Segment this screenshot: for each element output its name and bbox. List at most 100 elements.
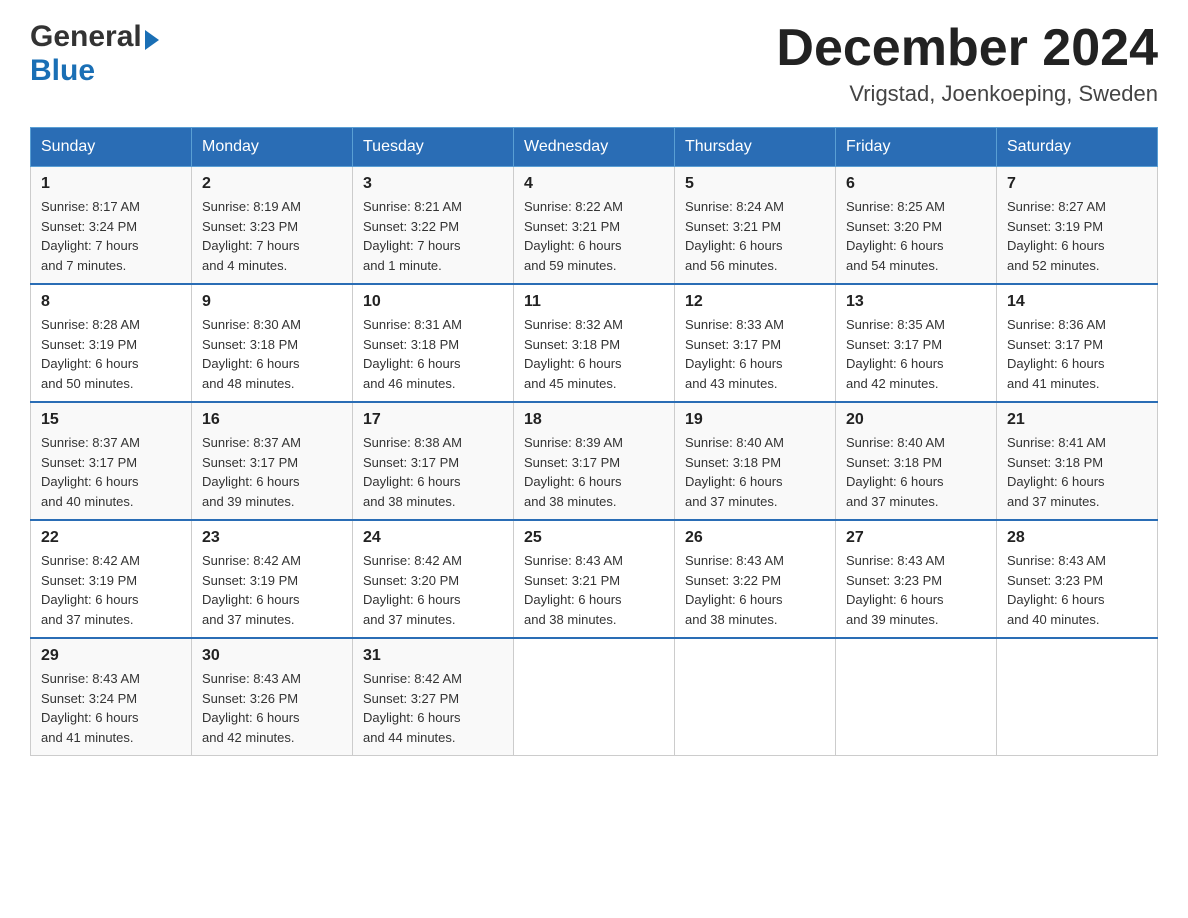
day-info: Sunrise: 8:33 AMSunset: 3:17 PMDaylight:… — [685, 317, 784, 391]
table-row: 18 Sunrise: 8:39 AMSunset: 3:17 PMDaylig… — [514, 402, 675, 520]
table-row: 28 Sunrise: 8:43 AMSunset: 3:23 PMDaylig… — [997, 520, 1158, 638]
col-sunday: Sunday — [31, 128, 192, 167]
day-number: 20 — [846, 411, 986, 429]
table-row — [675, 638, 836, 756]
day-info: Sunrise: 8:41 AMSunset: 3:18 PMDaylight:… — [1007, 435, 1106, 509]
day-number: 25 — [524, 529, 664, 547]
day-info: Sunrise: 8:25 AMSunset: 3:20 PMDaylight:… — [846, 199, 945, 273]
day-number: 17 — [363, 411, 503, 429]
day-info: Sunrise: 8:38 AMSunset: 3:17 PMDaylight:… — [363, 435, 462, 509]
table-row: 21 Sunrise: 8:41 AMSunset: 3:18 PMDaylig… — [997, 402, 1158, 520]
day-info: Sunrise: 8:35 AMSunset: 3:17 PMDaylight:… — [846, 317, 945, 391]
calendar-week-row: 1 Sunrise: 8:17 AMSunset: 3:24 PMDayligh… — [31, 167, 1158, 285]
day-info: Sunrise: 8:17 AMSunset: 3:24 PMDaylight:… — [41, 199, 140, 273]
table-row: 17 Sunrise: 8:38 AMSunset: 3:17 PMDaylig… — [353, 402, 514, 520]
table-row: 31 Sunrise: 8:42 AMSunset: 3:27 PMDaylig… — [353, 638, 514, 756]
table-row: 26 Sunrise: 8:43 AMSunset: 3:22 PMDaylig… — [675, 520, 836, 638]
day-info: Sunrise: 8:28 AMSunset: 3:19 PMDaylight:… — [41, 317, 140, 391]
logo-general-text: General — [30, 20, 159, 54]
table-row: 3 Sunrise: 8:21 AMSunset: 3:22 PMDayligh… — [353, 167, 514, 285]
day-info: Sunrise: 8:43 AMSunset: 3:23 PMDaylight:… — [1007, 553, 1106, 627]
day-number: 11 — [524, 293, 664, 311]
table-row: 27 Sunrise: 8:43 AMSunset: 3:23 PMDaylig… — [836, 520, 997, 638]
day-info: Sunrise: 8:43 AMSunset: 3:24 PMDaylight:… — [41, 671, 140, 745]
calendar-week-row: 15 Sunrise: 8:37 AMSunset: 3:17 PMDaylig… — [31, 402, 1158, 520]
table-row: 9 Sunrise: 8:30 AMSunset: 3:18 PMDayligh… — [192, 284, 353, 402]
table-row: 7 Sunrise: 8:27 AMSunset: 3:19 PMDayligh… — [997, 167, 1158, 285]
day-number: 1 — [41, 175, 181, 193]
day-info: Sunrise: 8:22 AMSunset: 3:21 PMDaylight:… — [524, 199, 623, 273]
day-number: 29 — [41, 647, 181, 665]
day-number: 13 — [846, 293, 986, 311]
day-info: Sunrise: 8:42 AMSunset: 3:19 PMDaylight:… — [41, 553, 140, 627]
day-info: Sunrise: 8:21 AMSunset: 3:22 PMDaylight:… — [363, 199, 462, 273]
title-block: December 2024 Vrigstad, Joenkoeping, Swe… — [776, 20, 1158, 107]
day-info: Sunrise: 8:37 AMSunset: 3:17 PMDaylight:… — [41, 435, 140, 509]
day-number: 4 — [524, 175, 664, 193]
calendar-table: Sunday Monday Tuesday Wednesday Thursday… — [30, 127, 1158, 756]
calendar-week-row: 29 Sunrise: 8:43 AMSunset: 3:24 PMDaylig… — [31, 638, 1158, 756]
day-number: 27 — [846, 529, 986, 547]
day-number: 21 — [1007, 411, 1147, 429]
table-row — [836, 638, 997, 756]
col-friday: Friday — [836, 128, 997, 167]
day-info: Sunrise: 8:36 AMSunset: 3:17 PMDaylight:… — [1007, 317, 1106, 391]
table-row: 2 Sunrise: 8:19 AMSunset: 3:23 PMDayligh… — [192, 167, 353, 285]
day-info: Sunrise: 8:42 AMSunset: 3:27 PMDaylight:… — [363, 671, 462, 745]
page-header: General Blue December 2024 Vrigstad, Joe… — [30, 20, 1158, 107]
day-info: Sunrise: 8:27 AMSunset: 3:19 PMDaylight:… — [1007, 199, 1106, 273]
calendar-header-row: Sunday Monday Tuesday Wednesday Thursday… — [31, 128, 1158, 167]
table-row: 11 Sunrise: 8:32 AMSunset: 3:18 PMDaylig… — [514, 284, 675, 402]
day-number: 28 — [1007, 529, 1147, 547]
day-info: Sunrise: 8:40 AMSunset: 3:18 PMDaylight:… — [846, 435, 945, 509]
table-row: 23 Sunrise: 8:42 AMSunset: 3:19 PMDaylig… — [192, 520, 353, 638]
logo-blue-text: Blue — [30, 54, 95, 88]
logo: General Blue — [30, 20, 159, 88]
calendar-week-row: 8 Sunrise: 8:28 AMSunset: 3:19 PMDayligh… — [31, 284, 1158, 402]
day-info: Sunrise: 8:32 AMSunset: 3:18 PMDaylight:… — [524, 317, 623, 391]
table-row: 29 Sunrise: 8:43 AMSunset: 3:24 PMDaylig… — [31, 638, 192, 756]
table-row: 13 Sunrise: 8:35 AMSunset: 3:17 PMDaylig… — [836, 284, 997, 402]
day-info: Sunrise: 8:19 AMSunset: 3:23 PMDaylight:… — [202, 199, 301, 273]
day-number: 31 — [363, 647, 503, 665]
table-row: 1 Sunrise: 8:17 AMSunset: 3:24 PMDayligh… — [31, 167, 192, 285]
col-monday: Monday — [192, 128, 353, 167]
col-wednesday: Wednesday — [514, 128, 675, 167]
month-title: December 2024 — [776, 20, 1158, 77]
day-number: 23 — [202, 529, 342, 547]
calendar-week-row: 22 Sunrise: 8:42 AMSunset: 3:19 PMDaylig… — [31, 520, 1158, 638]
day-info: Sunrise: 8:30 AMSunset: 3:18 PMDaylight:… — [202, 317, 301, 391]
table-row: 19 Sunrise: 8:40 AMSunset: 3:18 PMDaylig… — [675, 402, 836, 520]
table-row — [997, 638, 1158, 756]
day-info: Sunrise: 8:40 AMSunset: 3:18 PMDaylight:… — [685, 435, 784, 509]
day-number: 30 — [202, 647, 342, 665]
table-row: 30 Sunrise: 8:43 AMSunset: 3:26 PMDaylig… — [192, 638, 353, 756]
day-info: Sunrise: 8:37 AMSunset: 3:17 PMDaylight:… — [202, 435, 301, 509]
day-info: Sunrise: 8:24 AMSunset: 3:21 PMDaylight:… — [685, 199, 784, 273]
table-row: 8 Sunrise: 8:28 AMSunset: 3:19 PMDayligh… — [31, 284, 192, 402]
day-number: 6 — [846, 175, 986, 193]
day-number: 7 — [1007, 175, 1147, 193]
table-row: 25 Sunrise: 8:43 AMSunset: 3:21 PMDaylig… — [514, 520, 675, 638]
table-row — [514, 638, 675, 756]
day-info: Sunrise: 8:42 AMSunset: 3:19 PMDaylight:… — [202, 553, 301, 627]
day-info: Sunrise: 8:43 AMSunset: 3:22 PMDaylight:… — [685, 553, 784, 627]
table-row: 6 Sunrise: 8:25 AMSunset: 3:20 PMDayligh… — [836, 167, 997, 285]
day-number: 19 — [685, 411, 825, 429]
location: Vrigstad, Joenkoeping, Sweden — [776, 81, 1158, 107]
day-number: 12 — [685, 293, 825, 311]
table-row: 22 Sunrise: 8:42 AMSunset: 3:19 PMDaylig… — [31, 520, 192, 638]
day-info: Sunrise: 8:39 AMSunset: 3:17 PMDaylight:… — [524, 435, 623, 509]
day-number: 14 — [1007, 293, 1147, 311]
table-row: 12 Sunrise: 8:33 AMSunset: 3:17 PMDaylig… — [675, 284, 836, 402]
day-number: 3 — [363, 175, 503, 193]
table-row: 20 Sunrise: 8:40 AMSunset: 3:18 PMDaylig… — [836, 402, 997, 520]
day-info: Sunrise: 8:43 AMSunset: 3:26 PMDaylight:… — [202, 671, 301, 745]
day-info: Sunrise: 8:43 AMSunset: 3:21 PMDaylight:… — [524, 553, 623, 627]
table-row: 14 Sunrise: 8:36 AMSunset: 3:17 PMDaylig… — [997, 284, 1158, 402]
table-row: 16 Sunrise: 8:37 AMSunset: 3:17 PMDaylig… — [192, 402, 353, 520]
table-row: 15 Sunrise: 8:37 AMSunset: 3:17 PMDaylig… — [31, 402, 192, 520]
table-row: 5 Sunrise: 8:24 AMSunset: 3:21 PMDayligh… — [675, 167, 836, 285]
day-info: Sunrise: 8:42 AMSunset: 3:20 PMDaylight:… — [363, 553, 462, 627]
day-number: 18 — [524, 411, 664, 429]
